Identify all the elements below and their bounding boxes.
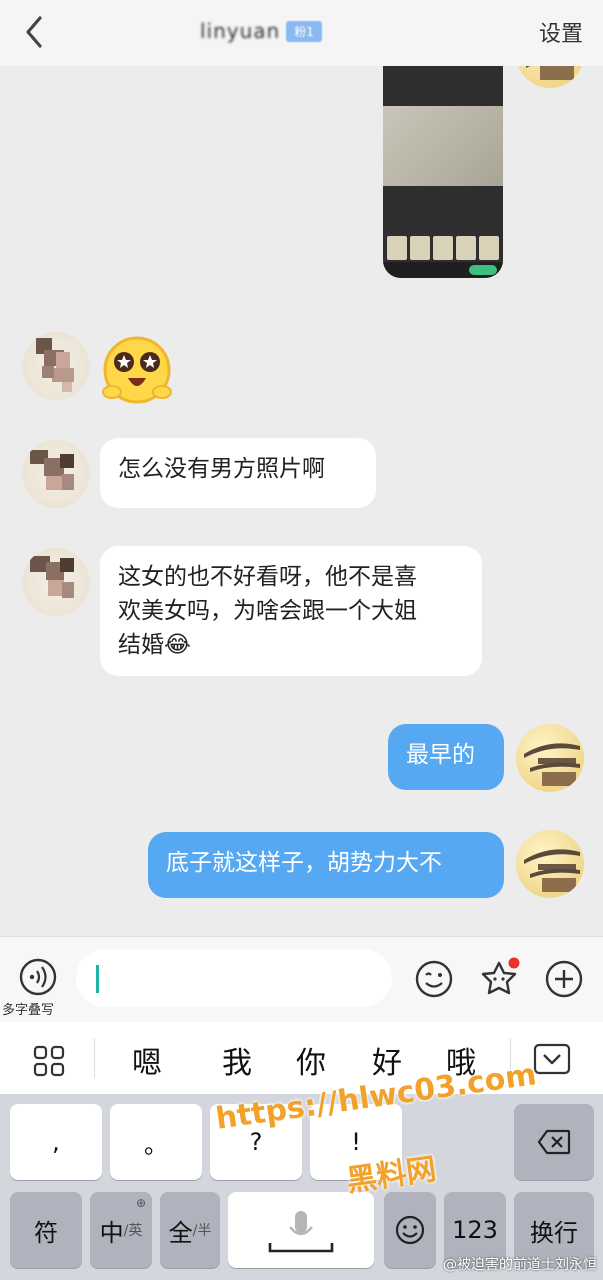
mosaic-avatar-icon	[36, 338, 74, 392]
emoji-sticker[interactable]	[100, 332, 174, 406]
chat-header: linyuan 粉1 设置	[0, 0, 603, 66]
key-fullwidth[interactable]: 全/半	[160, 1192, 220, 1268]
message-text-line: 结婚😂	[118, 632, 191, 658]
key-label-sub: /英	[123, 1223, 143, 1239]
contact-avatar[interactable]	[22, 332, 90, 400]
key-label-sub: /半	[192, 1223, 212, 1239]
voice-input-button[interactable]	[18, 957, 58, 997]
chat-title: linyuan 粉1	[200, 18, 322, 44]
collapse-keyboard-button[interactable]	[532, 1042, 572, 1076]
key-comma[interactable]: ,	[10, 1104, 102, 1180]
sticker-button[interactable]	[478, 957, 520, 999]
photo-document-area	[383, 106, 503, 186]
contact-name: linyuan	[200, 19, 281, 43]
microphone-icon	[268, 1211, 334, 1253]
pagoda-avatar-icon	[524, 743, 580, 786]
key-label-main: 全	[168, 1218, 193, 1247]
more-button[interactable]	[544, 959, 584, 999]
message-input[interactable]	[76, 949, 392, 1007]
mosaic-avatar-icon	[30, 556, 74, 598]
message-input-bar: 多字叠写	[0, 936, 603, 1022]
candidate-word[interactable]: 我	[222, 1038, 252, 1082]
plus-icon	[545, 960, 583, 998]
back-button[interactable]	[18, 12, 52, 52]
ime-menu-button[interactable]	[32, 1044, 66, 1078]
globe-icon: ⊕	[135, 1196, 146, 1210]
mosaic-avatar-icon	[30, 450, 74, 490]
handwriting-label[interactable]: 多字叠写	[2, 999, 54, 1018]
message-bubble[interactable]: 这女的也不好看呀，他不是喜 欢美女吗，为啥会跟一个大姐 结婚😂	[100, 546, 482, 676]
contact-avatar[interactable]	[22, 440, 90, 508]
self-avatar[interactable]	[516, 724, 584, 792]
divider	[94, 1038, 95, 1078]
message-text-line: 这女的也不好看呀，他不是喜	[118, 564, 417, 590]
message-list: 怎么没有男方照片啊 这女的也不好看呀，他不是喜 欢美女吗，为啥会跟一个大姐 结婚…	[0, 66, 603, 936]
photo-thumbnails	[383, 234, 503, 262]
emoji-button[interactable]	[414, 959, 454, 999]
message-text: 最早的	[406, 742, 475, 768]
pagoda-avatar-icon	[524, 849, 580, 892]
emoji-icon	[395, 1215, 425, 1245]
settings-button[interactable]: 设置	[539, 16, 583, 48]
key-backspace[interactable]	[514, 1104, 594, 1180]
self-avatar[interactable]	[516, 830, 584, 898]
backspace-icon	[537, 1129, 571, 1155]
pagoda-avatar-icon	[526, 66, 574, 80]
contact-avatar[interactable]	[22, 548, 90, 616]
candidate-word[interactable]: 嗯	[132, 1038, 162, 1082]
message-text-line: 欢美女吗，为啥会跟一个大姐	[118, 598, 417, 624]
message-text: 底子就这样子，胡势力大不	[166, 850, 442, 876]
text-caret	[96, 965, 99, 993]
grid-icon	[33, 1045, 65, 1077]
message-bubble[interactable]: 底子就这样子，胡势力大不	[148, 832, 504, 898]
candidate-word[interactable]: 你	[296, 1038, 326, 1082]
chevron-left-icon	[26, 16, 42, 48]
emoji-icon	[415, 960, 453, 998]
weibo-credit: @被迫害的前道士刘永恒	[443, 1257, 597, 1273]
key-space[interactable]	[228, 1192, 374, 1268]
message-bubble[interactable]: 怎么没有男方照片啊	[100, 438, 376, 508]
star-sticker-icon	[481, 957, 520, 995]
voice-input-icon	[19, 958, 57, 996]
keyboard-collapse-icon	[533, 1043, 571, 1075]
starry-eyes-emoji-icon	[102, 336, 172, 404]
photo-footer	[383, 262, 503, 278]
key-language-switch[interactable]: 中/英 ⊕	[90, 1192, 152, 1268]
key-period[interactable]: 。	[110, 1104, 202, 1180]
self-avatar[interactable]	[516, 66, 584, 88]
message-bubble[interactable]: 最早的	[388, 724, 504, 790]
key-symbols[interactable]: 符	[10, 1192, 82, 1268]
key-emoji[interactable]	[384, 1192, 436, 1268]
key-label-main: 中	[99, 1218, 124, 1247]
fan-badge: 粉1	[286, 20, 322, 42]
image-message[interactable]	[383, 66, 503, 278]
message-text: 怎么没有男方照片啊	[118, 456, 325, 482]
